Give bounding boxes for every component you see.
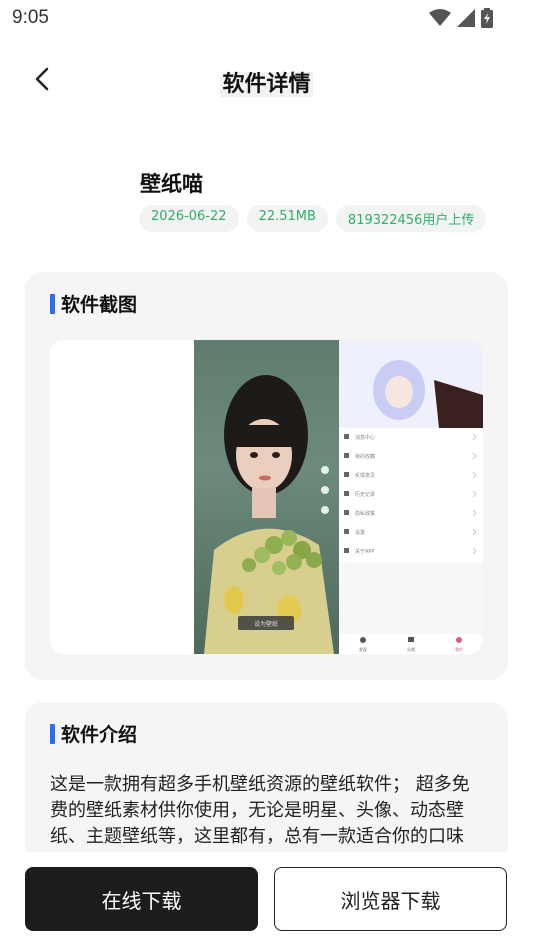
- online-download-button[interactable]: 在线下载: [25, 867, 258, 931]
- screenshot-photo: 设为壁纸: [194, 340, 339, 654]
- screenshot-menu-panel: 消息中心 我的收藏 反馈意见 历史记录 隐私政策 设置 关于APP 发现 分类 …: [339, 340, 483, 654]
- app-name: 壁纸喵: [140, 172, 203, 196]
- screenshot-image[interactable]: 设为壁纸 消息中心 我的收藏 反馈意见 历史记录 隐私政策 设置 关于APP 发…: [50, 340, 483, 654]
- heading-accent-bar: [50, 293, 55, 314]
- screenshots-heading: 软件截图: [50, 290, 137, 317]
- status-bar: 9:05: [0, 0, 533, 36]
- set-wallpaper-label: 设为壁纸: [254, 620, 278, 628]
- menu-item-favorites: 我的收藏: [355, 453, 375, 460]
- menu-item-settings: 设置: [355, 529, 365, 536]
- tab-category: 分类: [407, 646, 415, 652]
- heading-accent-bar: [50, 723, 55, 744]
- battery-icon: [481, 8, 493, 28]
- menu-item-feedback: 反馈意见: [355, 472, 375, 479]
- menu-item-privacy: 隐私政策: [355, 510, 375, 517]
- bottom-action-bar: 在线下载 浏览器下载: [0, 852, 533, 948]
- signal-icon: [457, 9, 475, 27]
- size-tag: 22.51MB: [246, 205, 328, 232]
- uploader-tag: 819322456用户上传: [335, 205, 487, 232]
- tab-discover: 发现: [359, 646, 367, 652]
- status-time: 9:05: [12, 7, 49, 28]
- intro-heading: 软件介绍: [50, 720, 137, 747]
- header: 软件详情: [0, 52, 533, 108]
- tab-mine: 我的: [455, 646, 463, 652]
- screenshots-card: 软件截图 设为壁纸 消息中心 我的收藏 反馈意见 历史记录 隐私政策 设置 关于…: [25, 272, 508, 680]
- app-tags: 2026-06-22 22.51MB 819322456用户上传: [139, 205, 487, 232]
- portrait-illustration: 设为壁纸: [204, 375, 334, 654]
- browser-download-button[interactable]: 浏览器下载: [274, 867, 507, 931]
- menu-illustration: 消息中心 我的收藏 反馈意见 历史记录 隐私政策 设置 关于APP 发现 分类 …: [339, 340, 483, 654]
- page-title: 软件详情: [220, 72, 313, 97]
- menu-item-history: 历史记录: [355, 491, 375, 498]
- menu-item-message: 消息中心: [355, 434, 375, 441]
- wifi-icon: [429, 9, 451, 26]
- status-icons: [429, 8, 493, 28]
- date-tag: 2026-06-22: [139, 205, 239, 232]
- menu-item-about: 关于APP: [355, 548, 374, 555]
